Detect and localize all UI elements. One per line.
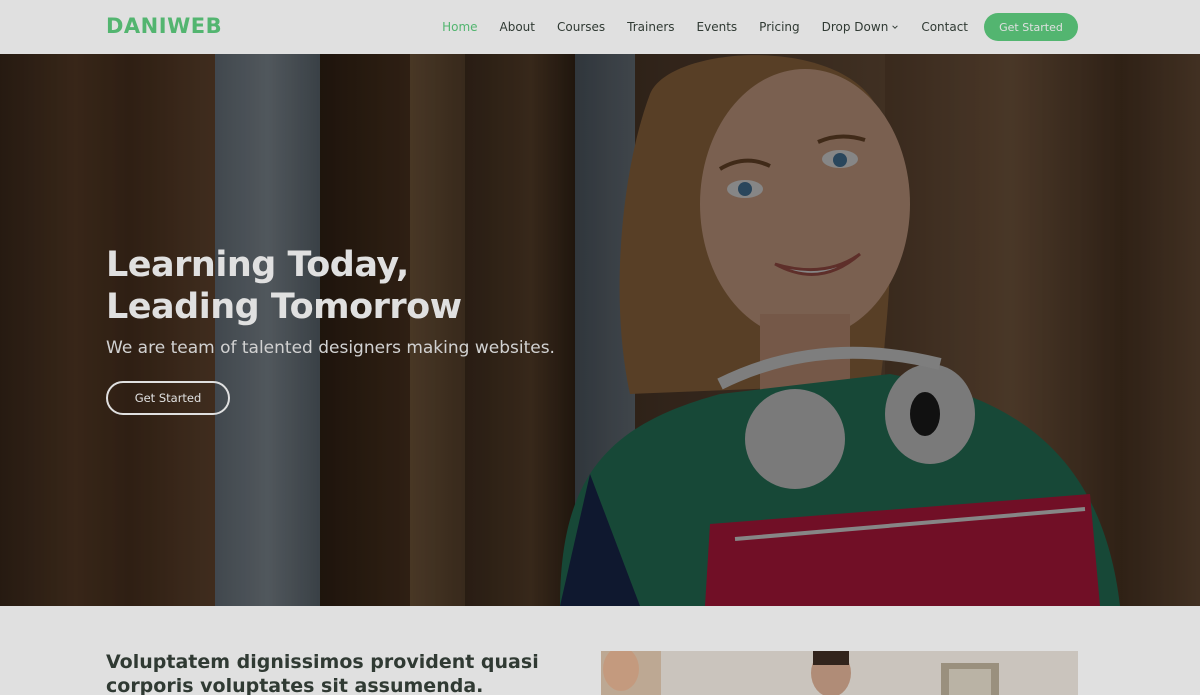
hero-section: Learning Today, Leading Tomorrow We are …: [0, 54, 1200, 606]
about-section: Voluptatem dignissimos provident quasi c…: [0, 606, 1200, 695]
hero-subtitle: We are team of talented designers making…: [106, 338, 555, 358]
main-nav: Home About Courses Trainers Events Prici…: [420, 13, 1078, 41]
chevron-down-icon: [892, 25, 899, 29]
hero-overlay: [0, 54, 1200, 606]
nav-dropdown[interactable]: Drop Down: [822, 20, 900, 34]
get-started-nav-button[interactable]: Get Started: [984, 13, 1078, 41]
site-logo[interactable]: DANIWEB: [106, 14, 222, 38]
hero-get-started-button[interactable]: Get Started: [106, 381, 230, 415]
about-heading: Voluptatem dignissimos provident quasi c…: [106, 651, 539, 695]
nav-home[interactable]: Home: [442, 20, 477, 34]
nav-pricing[interactable]: Pricing: [759, 20, 799, 34]
nav-contact[interactable]: Contact: [921, 20, 968, 34]
nav-dropdown-label: Drop Down: [821, 20, 889, 34]
hero-title: Learning Today, Leading Tomorrow: [106, 244, 626, 328]
site-header: DANIWEB Home About Courses Trainers Even…: [0, 0, 1200, 54]
hero-title-line-1: Learning Today,: [106, 245, 409, 285]
about-photo: [601, 651, 1078, 695]
nav-events[interactable]: Events: [697, 20, 738, 34]
nav-courses[interactable]: Courses: [557, 20, 605, 34]
hero-title-line-2: Leading Tomorrow: [106, 287, 462, 327]
nav-about[interactable]: About: [500, 20, 535, 34]
nav-trainers[interactable]: Trainers: [627, 20, 674, 34]
